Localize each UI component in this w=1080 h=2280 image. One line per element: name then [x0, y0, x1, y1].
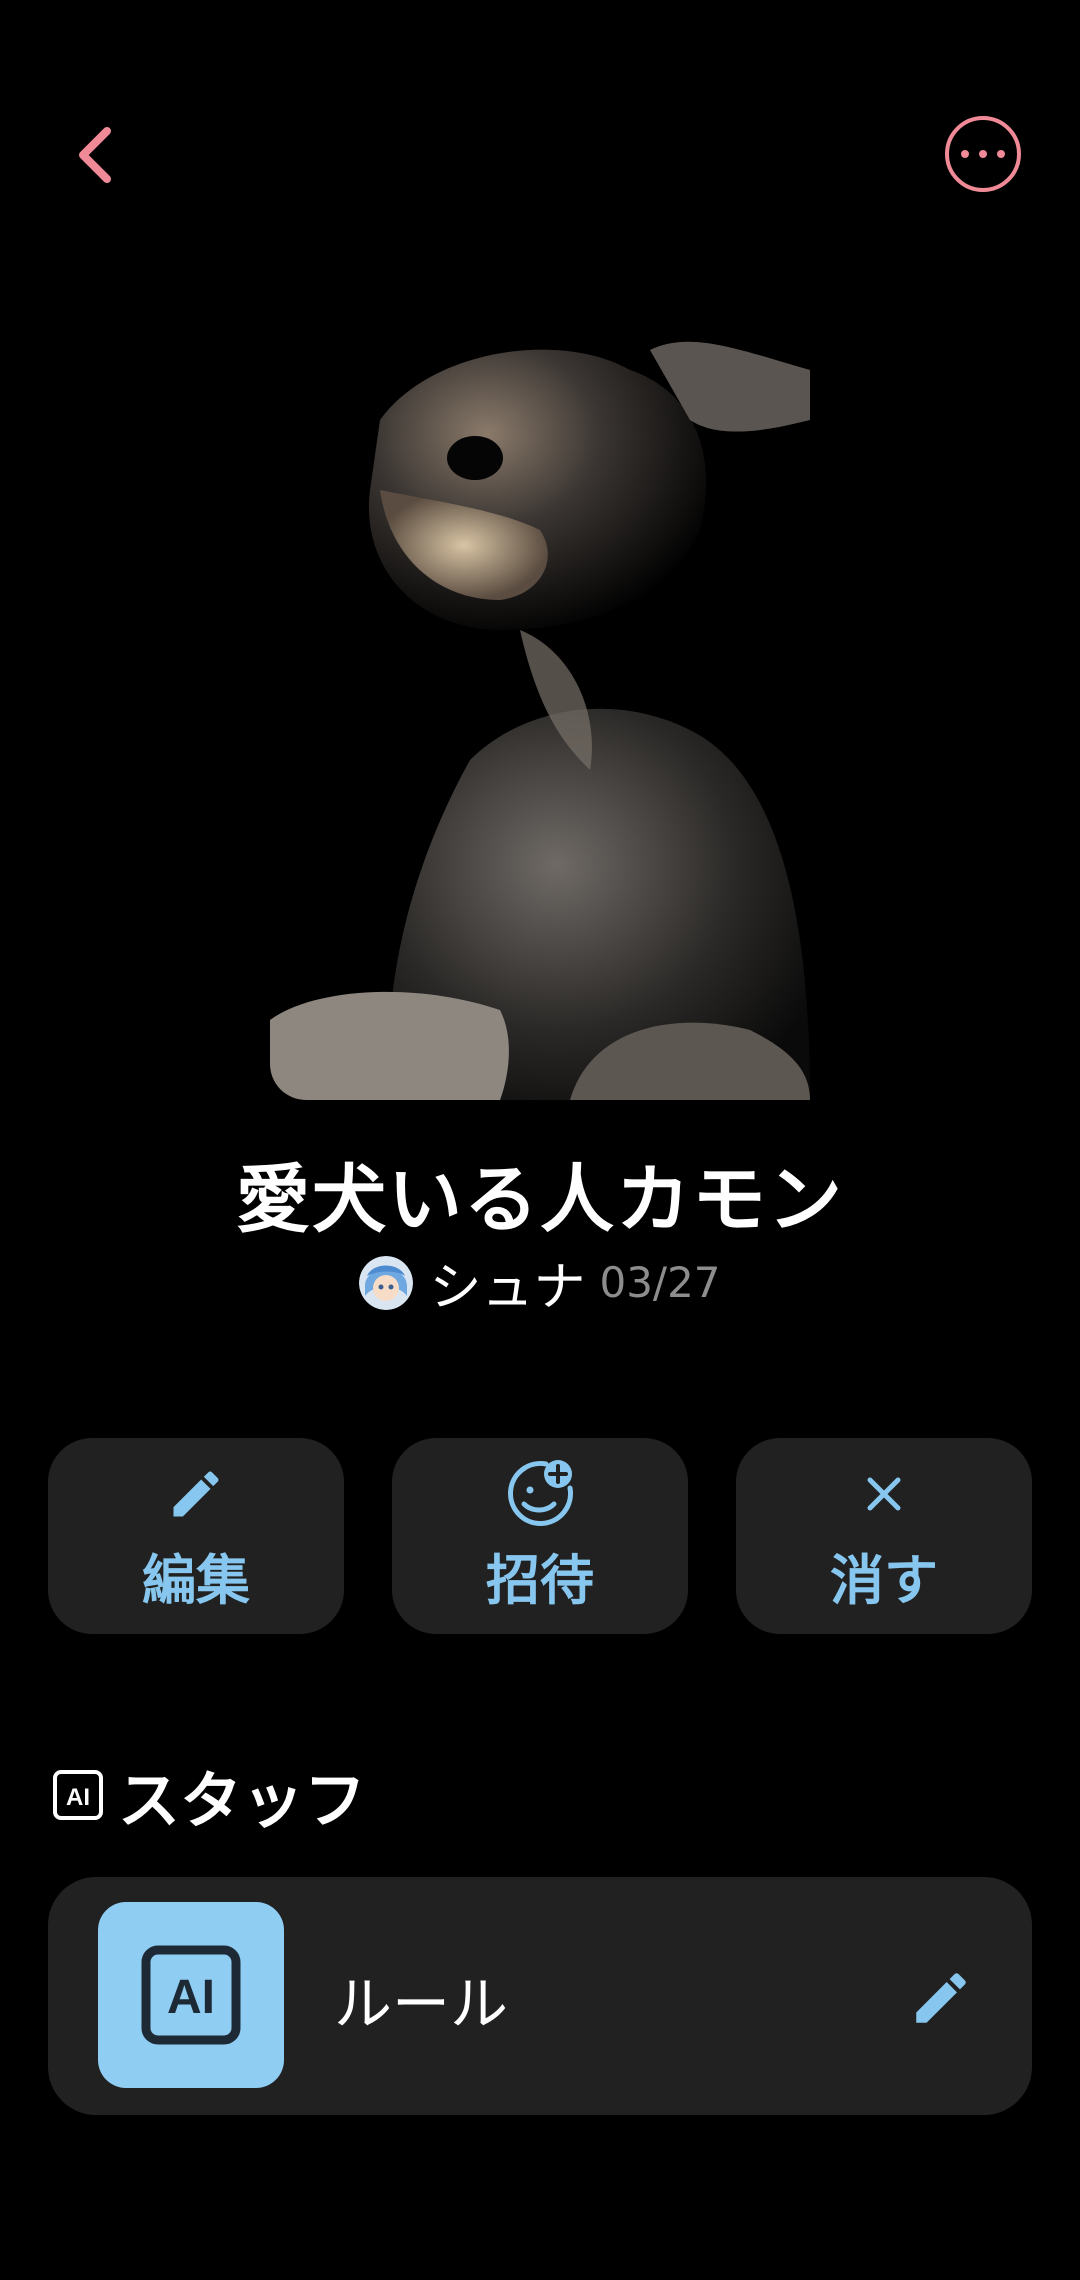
invite-label: 招待 — [486, 1548, 594, 1612]
post-title: 愛犬いる人カモン — [236, 1157, 844, 1243]
ai-badge-icon: AI — [53, 1770, 103, 1820]
dot — [961, 150, 969, 158]
more-options-button[interactable] — [945, 116, 1021, 192]
pencil-icon — [916, 1973, 966, 2023]
staff-name: ルール — [334, 1970, 509, 2038]
post-date: 03/27 — [599, 1258, 721, 1307]
staff-section-title: スタッフ — [118, 1764, 367, 1837]
dog-photo — [270, 330, 810, 1100]
edit-label: 編集 — [142, 1548, 250, 1612]
ai-staff-badge-text: AI — [167, 1971, 215, 2024]
staff-item[interactable]: AI ルール — [48, 1877, 1032, 2115]
dot — [979, 150, 987, 158]
ai-staff-icon: AI — [141, 1945, 241, 2045]
dot — [997, 150, 1005, 158]
pencil-icon — [173, 1470, 219, 1516]
back-button[interactable] — [55, 110, 135, 200]
edit-button[interactable]: 編集 — [48, 1438, 344, 1634]
close-icon — [867, 1477, 901, 1510]
author-name[interactable]: シュナ — [429, 1245, 585, 1320]
delete-button[interactable]: 消す — [736, 1438, 1032, 1634]
invite-button[interactable]: 招待 — [392, 1438, 688, 1634]
staff-edit-button[interactable] — [908, 1965, 974, 2031]
delete-label: 消す — [830, 1548, 938, 1612]
ai-badge-text: AI — [66, 1784, 90, 1811]
staff-section-header: AI スタッフ — [52, 1750, 366, 1840]
group-detail-screen: 愛犬いる人カモン シュナ 03/27 編集 招待 消す AI スタッフ AI ル… — [0, 0, 1080, 2280]
post-meta: シュナ 03/27 — [0, 1245, 1080, 1320]
post-photo — [270, 330, 810, 1100]
chevron-left-icon — [79, 127, 111, 183]
ai-staff-avatar: AI — [98, 1902, 284, 2088]
invite-icon — [508, 1459, 573, 1526]
avatar[interactable] — [359, 1255, 414, 1310]
